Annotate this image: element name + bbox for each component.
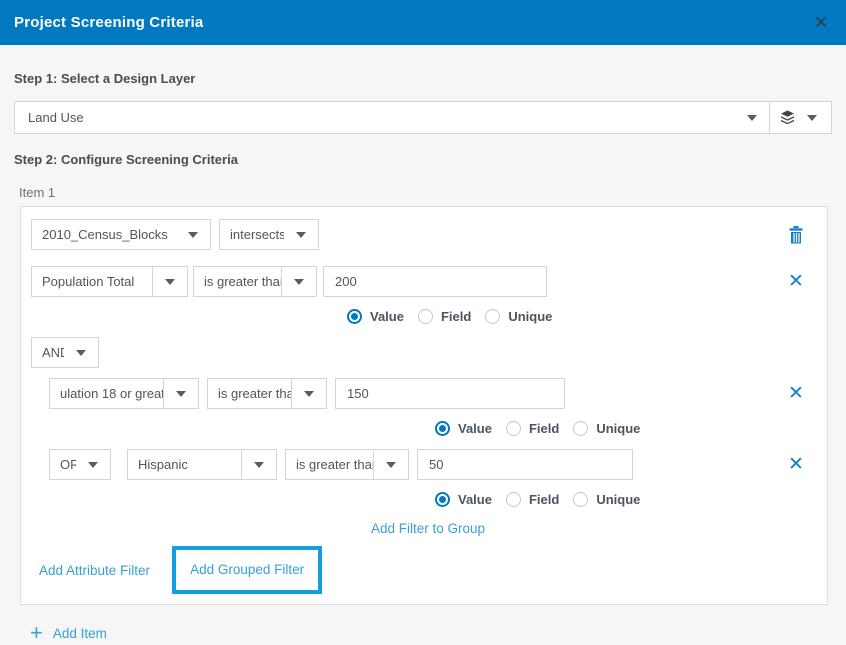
filter1-input-type-radios: Value Field Unique <box>347 307 810 325</box>
radio-unique-label: Unique <box>508 309 552 324</box>
filter3-value-input[interactable] <box>417 449 633 480</box>
item-criteria-box: 2010_Census_Blocks intersects <box>20 206 828 605</box>
spatial-operator-value: intersects <box>220 220 284 249</box>
radio-unselected-icon <box>506 492 521 507</box>
plus-icon: + <box>30 622 43 644</box>
radio-field-label: Field <box>441 309 471 324</box>
design-layer-select[interactable]: Land Use <box>14 101 832 134</box>
project-screening-criteria-dialog: Project Screening Criteria ✕ Step 1: Sel… <box>0 0 846 632</box>
item-label: Item 1 <box>19 185 832 200</box>
radio-value-label: Value <box>458 421 492 436</box>
radio-unique[interactable]: Unique <box>485 309 552 324</box>
step1-label: Step 1: Select a Design Layer <box>14 71 832 86</box>
layers-icon <box>780 110 795 125</box>
filter3-input-type-radios: Value Field Unique <box>435 490 810 508</box>
filter1-field-value: Population Total <box>32 267 152 296</box>
target-layer-dropdown[interactable]: 2010_Census_Blocks <box>31 219 211 250</box>
filter3-field-dropdown[interactable]: Hispanic <box>127 449 277 480</box>
radio-value-label: Value <box>370 309 404 324</box>
filter2-operator-dropdown[interactable]: is greater than <box>207 378 327 409</box>
tutorial-highlight-box: Add Grouped Filter <box>172 546 322 594</box>
remove-filter1-button[interactable]: ✕ <box>784 270 808 294</box>
radio-unselected-icon <box>506 421 521 436</box>
radio-field[interactable]: Field <box>506 492 559 507</box>
radio-value-label: Value <box>458 492 492 507</box>
radio-unselected-icon <box>485 309 500 324</box>
add-item-button[interactable]: + Add Item <box>30 622 832 644</box>
spatial-operator-dropdown[interactable]: intersects <box>219 219 319 250</box>
delete-item-button[interactable] <box>784 223 808 247</box>
remove-filter2-button[interactable]: ✕ <box>784 382 808 406</box>
chevron-down-icon <box>64 338 98 367</box>
add-filter-to-group-link[interactable]: Add Filter to Group <box>371 521 485 536</box>
target-layer-value: 2010_Census_Blocks <box>32 220 176 249</box>
group-operator-dropdown[interactable]: AND <box>31 337 99 368</box>
spatial-filter-row: 2010_Census_Blocks intersects <box>31 219 810 250</box>
filter2-value-input[interactable] <box>335 378 565 409</box>
radio-value[interactable]: Value <box>347 309 404 324</box>
radio-unselected-icon <box>418 309 433 324</box>
chevron-down-icon <box>164 379 198 408</box>
filter2-field-dropdown[interactable]: ulation 18 or greater <box>49 378 199 409</box>
chevron-down-icon <box>242 450 276 479</box>
chevron-down-icon <box>374 450 408 479</box>
filter1-value-input[interactable] <box>323 266 547 297</box>
close-icon: ✕ <box>788 455 804 474</box>
radio-field-label: Field <box>529 492 559 507</box>
group-operator-row: AND <box>31 337 810 368</box>
radio-value[interactable]: Value <box>435 492 492 507</box>
radio-selected-icon <box>435 492 450 507</box>
radio-unique-label: Unique <box>596 492 640 507</box>
radio-unique-label: Unique <box>596 421 640 436</box>
chevron-down-icon <box>292 379 326 408</box>
radio-unselected-icon <box>573 492 588 507</box>
chevron-down-icon <box>153 267 187 296</box>
grouped-filter-row-2: OR Hispanic is greater than ✕ <box>49 449 810 480</box>
filter3-operator-dropdown[interactable]: is greater than <box>285 449 409 480</box>
filter3-logical-operator-dropdown[interactable]: OR <box>49 449 111 480</box>
dialog-header: Project Screening Criteria ✕ <box>0 0 846 45</box>
close-icon: ✕ <box>788 384 804 403</box>
filter2-field-value: ulation 18 or greater <box>50 379 163 408</box>
step2-label: Step 2: Configure Screening Criteria <box>14 152 832 167</box>
chevron-down-icon <box>284 220 318 249</box>
dialog-content: Step 1: Select a Design Layer Land Use S… <box>0 71 846 644</box>
filter2-input-type-radios: Value Field Unique <box>435 419 810 437</box>
trash-icon <box>788 226 804 244</box>
attribute-filter-row-1: Population Total is greater than ✕ <box>31 266 810 297</box>
add-grouped-filter-link[interactable]: Add Grouped Filter <box>190 562 304 577</box>
chevron-down-icon[interactable] <box>795 115 829 121</box>
add-attribute-filter-link[interactable]: Add Attribute Filter <box>39 563 150 578</box>
chevron-down-icon[interactable] <box>735 102 769 133</box>
filter-actions-row: Add Attribute Filter Add Grouped Filter <box>39 546 810 594</box>
grouped-filter-row-1: ulation 18 or greater is greater than ✕ <box>49 378 810 409</box>
filter1-field-dropdown[interactable]: Population Total <box>31 266 188 297</box>
radio-selected-icon <box>435 421 450 436</box>
filter2-operator-value: is greater than <box>208 379 291 408</box>
add-item-label: Add Item <box>53 626 107 641</box>
close-icon: ✕ <box>788 272 804 291</box>
radio-unique[interactable]: Unique <box>573 421 640 436</box>
filter1-operator-value: is greater than <box>194 267 281 296</box>
filter3-operator-value: is greater than <box>286 450 373 479</box>
radio-selected-icon <box>347 309 362 324</box>
filter3-field-value: Hispanic <box>128 450 241 479</box>
group-operator-value: AND <box>32 338 64 367</box>
layer-options-button[interactable] <box>770 102 831 133</box>
chevron-down-icon <box>76 450 110 479</box>
chevron-down-icon <box>176 220 210 249</box>
radio-field[interactable]: Field <box>506 421 559 436</box>
radio-unique[interactable]: Unique <box>573 492 640 507</box>
filter1-operator-dropdown[interactable]: is greater than <box>193 266 317 297</box>
chevron-down-icon <box>282 267 316 296</box>
close-icon[interactable]: ✕ <box>810 12 832 34</box>
radio-value[interactable]: Value <box>435 421 492 436</box>
radio-field-label: Field <box>529 421 559 436</box>
filter3-logical-operator-value: OR <box>50 450 76 479</box>
dialog-title: Project Screening Criteria <box>14 14 203 31</box>
remove-filter3-button[interactable]: ✕ <box>784 453 808 477</box>
radio-unselected-icon <box>573 421 588 436</box>
design-layer-value: Land Use <box>15 102 735 133</box>
radio-field[interactable]: Field <box>418 309 471 324</box>
